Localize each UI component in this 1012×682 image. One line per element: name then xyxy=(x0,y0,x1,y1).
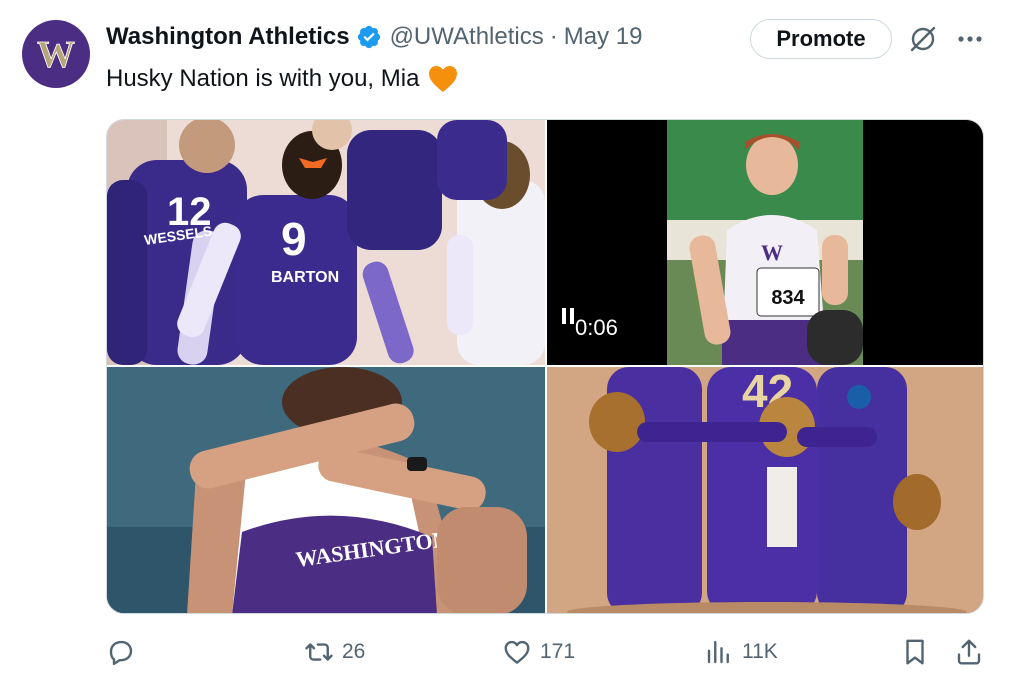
like-button[interactable]: 171 xyxy=(502,630,575,674)
tweet-text-content: Husky Nation is with you, Mia xyxy=(106,65,420,92)
more-options-icon[interactable] xyxy=(954,26,986,52)
bookmark-button[interactable] xyxy=(900,630,930,674)
avatar-letter: W xyxy=(37,34,75,74)
reply-icon xyxy=(109,640,133,666)
hug-scene: WASHINGTON xyxy=(107,367,545,613)
media-grid: 12 9 WESSELS BARTON 834 W 0:06 WASHINGTO… xyxy=(106,119,984,614)
jersey-number-9: 9 xyxy=(281,213,307,265)
tweet-date[interactable]: May 19 xyxy=(564,23,643,51)
grok-icon[interactable] xyxy=(908,24,938,54)
author-handle[interactable]: @UWAthletics xyxy=(390,23,544,51)
race-bib-number: 834 xyxy=(771,287,805,309)
retweet-icon xyxy=(305,643,333,661)
reply-button[interactable] xyxy=(106,630,136,674)
photo-hug[interactable]: WASHINGTON xyxy=(107,367,545,613)
video-time: 0:06 xyxy=(575,315,618,340)
retweet-button[interactable]: 26 xyxy=(304,630,365,674)
retweet-count: 26 xyxy=(342,640,366,663)
pause-icon[interactable] xyxy=(561,308,575,324)
volleyball-scene: 12 9 WESSELS BARTON xyxy=(107,120,545,365)
softball-scene: 42 xyxy=(547,367,983,613)
share-icon xyxy=(957,639,981,665)
tweet-text: Husky Nation is with you, Mia xyxy=(106,64,459,94)
photo-volleyball[interactable]: 12 9 WESSELS BARTON xyxy=(107,120,545,365)
views-button[interactable]: 11K xyxy=(704,630,778,674)
author-name[interactable]: Washington Athletics xyxy=(106,23,350,51)
orange-heart-emoji-icon xyxy=(429,66,458,92)
tweet-header: Washington Athletics @UWAthletics · May … xyxy=(106,20,642,54)
views-chart-icon xyxy=(707,640,729,664)
photo-softball[interactable]: 42 xyxy=(547,367,983,613)
heart-icon xyxy=(504,640,530,664)
view-count: 11K xyxy=(742,640,778,663)
like-count: 171 xyxy=(540,640,576,663)
avatar[interactable]: W xyxy=(22,20,90,88)
promote-button[interactable]: Promote xyxy=(750,19,892,59)
svg-text:W: W xyxy=(761,240,783,265)
separator-dot: · xyxy=(549,23,558,50)
share-button[interactable] xyxy=(954,630,984,674)
uw-logo-icon: W xyxy=(37,34,76,74)
verified-badge-icon xyxy=(357,25,380,49)
jersey-name-barton: BARTON xyxy=(271,269,339,286)
action-bar: 26 171 11K xyxy=(0,630,1012,674)
bookmark-icon xyxy=(906,639,924,665)
video-timestamp-badge[interactable]: 0:06 xyxy=(561,308,632,348)
video-runner[interactable]: 834 W 0:06 xyxy=(547,120,983,365)
